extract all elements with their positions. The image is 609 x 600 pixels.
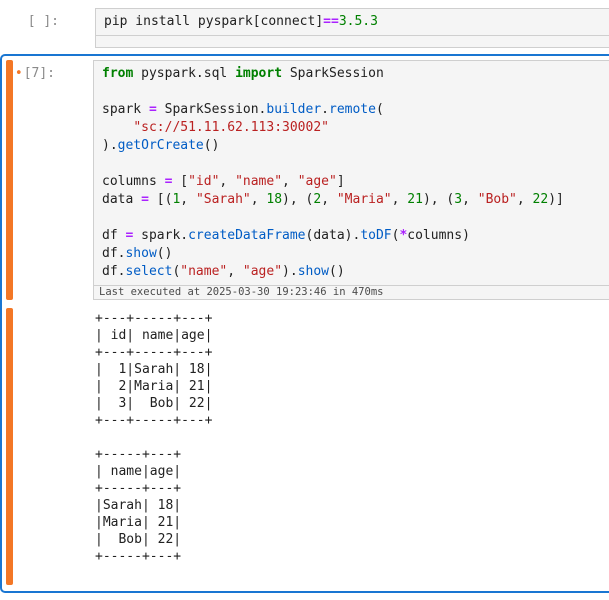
execution-time-bar-cell-2: Last executed at 2025-03-30 19:23:46 in … xyxy=(93,286,609,300)
stdout-output-text: +---+-----+---+ | id| name|age| +---+---… xyxy=(93,308,609,585)
output-collapser-bar[interactable] xyxy=(6,308,13,585)
input-prompt-cell-2: •[7]: xyxy=(13,60,93,300)
code-editor-cell-1[interactable]: pip install pyspark[connect]==3.5.3 xyxy=(95,8,609,36)
cell-activity-dot-icon: • xyxy=(15,66,23,81)
input-prompt-label: [7]: xyxy=(24,66,55,81)
code-cell-1[interactable]: [ ]: pip install pyspark[connect]==3.5.3 xyxy=(0,8,609,48)
input-prompt-cell-1: [ ]: xyxy=(0,8,95,48)
cell-2-output-area: +---+-----+---+ | id| name|age| +---+---… xyxy=(6,308,609,585)
input-prompt-label: [ ]: xyxy=(28,14,59,29)
notebook-panel: [ ]: pip install pyspark[connect]==3.5.3… xyxy=(0,0,609,600)
cell-2-input-area: •[7]: from pyspark.sql import SparkSessi… xyxy=(6,60,609,300)
code-editor-cell-2[interactable]: from pyspark.sql import SparkSession spa… xyxy=(93,60,609,286)
output-prompt-spacer xyxy=(13,308,93,585)
code-cell-2-active[interactable]: •[7]: from pyspark.sql import SparkSessi… xyxy=(0,54,609,593)
execution-time-bar-cell-1 xyxy=(95,36,609,48)
input-collapser-bar[interactable] xyxy=(6,60,13,300)
